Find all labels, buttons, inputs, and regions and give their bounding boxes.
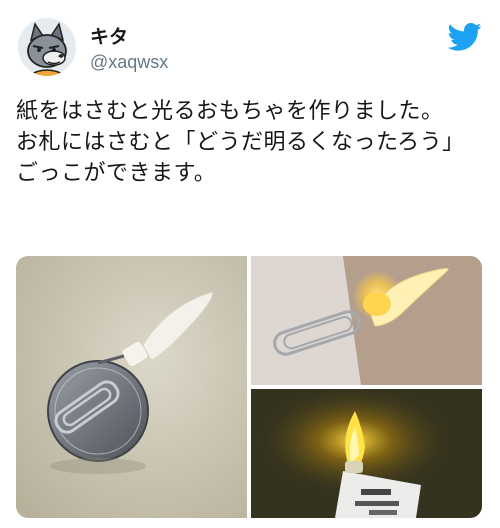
photo-toy-on-table[interactable] — [16, 256, 247, 518]
user-handle[interactable]: @xaqwsx — [90, 52, 168, 73]
photo-flame-led-on-banknote[interactable] — [251, 389, 482, 518]
twitter-bird-icon[interactable] — [447, 22, 482, 52]
tweet-media-grid — [16, 256, 482, 518]
display-name[interactable]: キタ — [90, 22, 128, 49]
wolf-avatar-icon — [18, 18, 76, 76]
photo-glowing-led-on-paper[interactable] — [251, 256, 482, 385]
tweet-text: 紙をはさむと光るおもちゃを作りました。 お札にはさむと「どうだ明るくなったろう」… — [16, 99, 465, 186]
user-avatar[interactable] — [18, 18, 76, 76]
tweet-card: キタ @xaqwsx 紙をはさむと光るおもちゃを作りました。 お札にはさむと「ど… — [0, 0, 500, 528]
